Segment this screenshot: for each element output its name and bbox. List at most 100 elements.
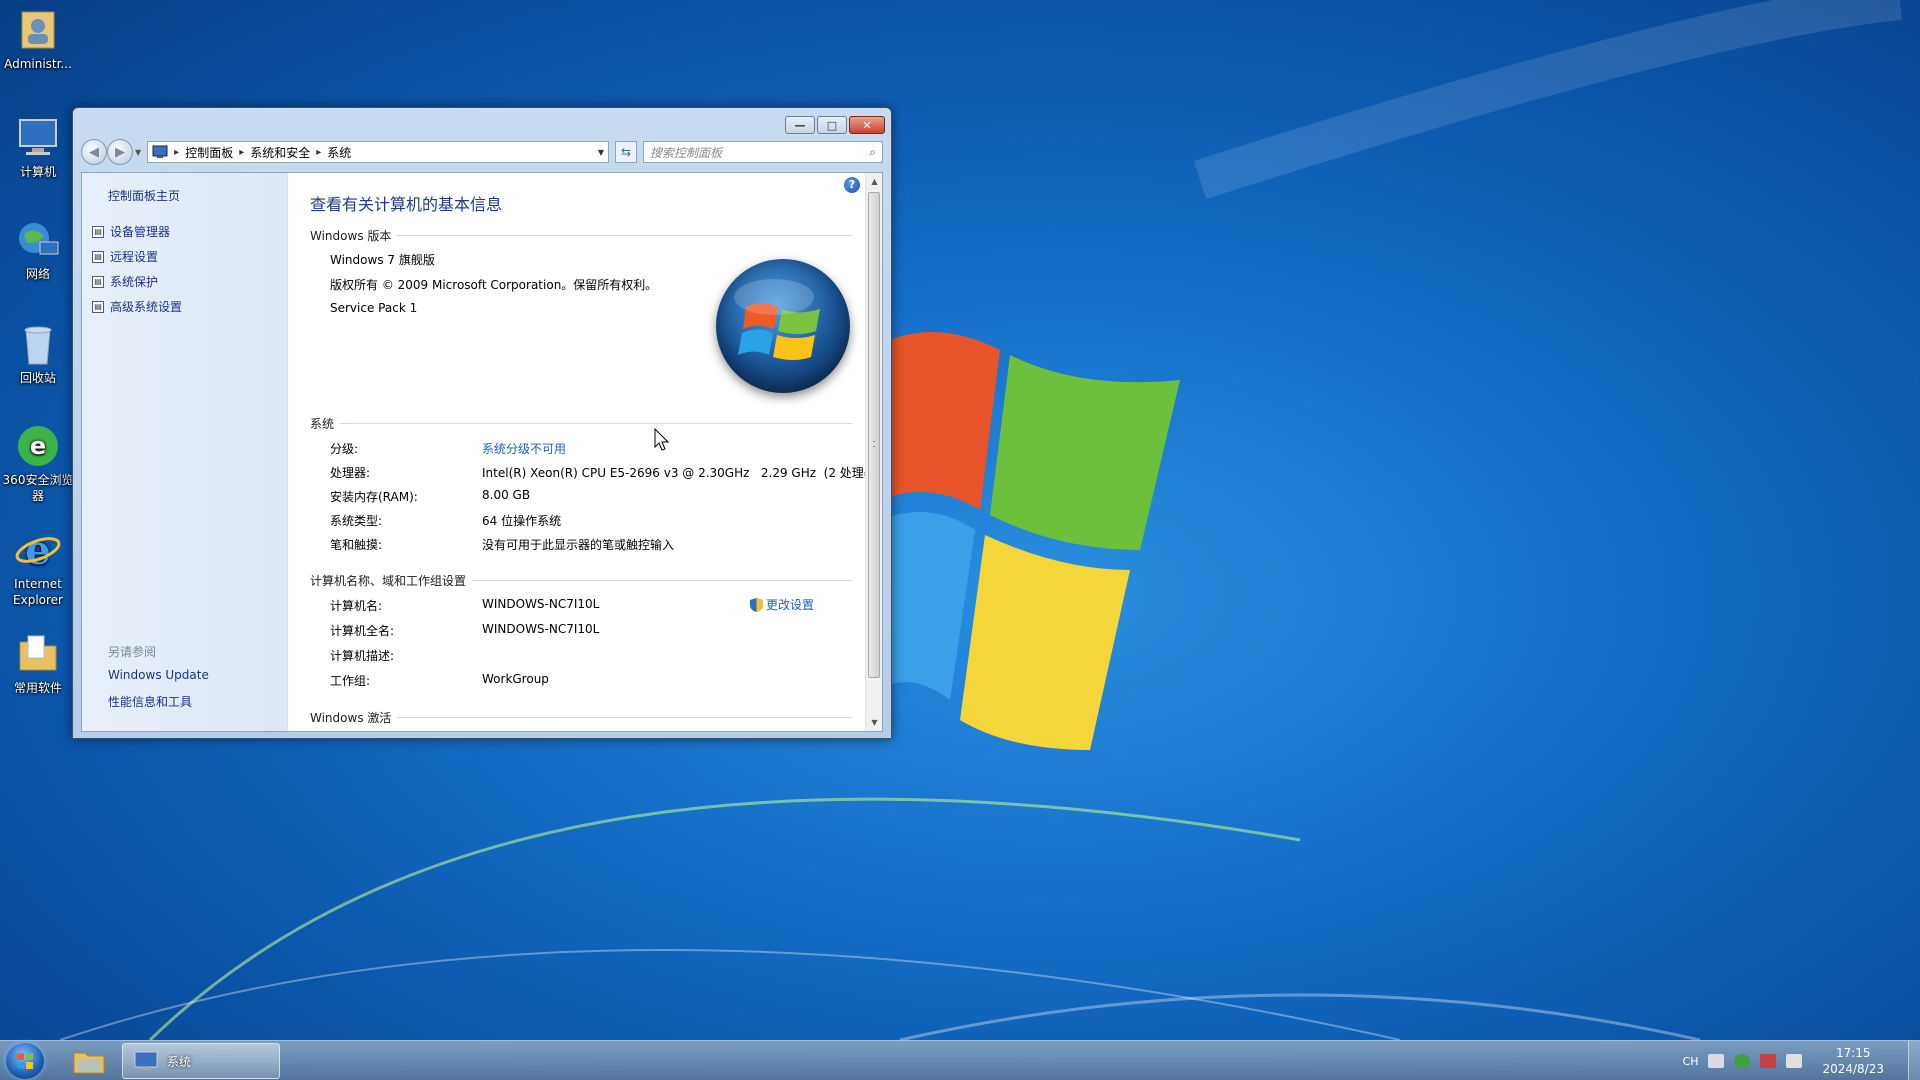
desktop-icon-recycle-bin[interactable]: 回收站: [0, 320, 76, 386]
scroll-down-icon[interactable]: ▼: [866, 714, 882, 731]
computer-name-value: WINDOWS-NC7I10L: [482, 597, 600, 611]
see-also-heading: 另请参阅: [108, 645, 157, 659]
task-label: 高级系统设置: [110, 300, 183, 314]
desktop-icon-label: 计算机: [19, 165, 56, 179]
left-pane: 控制面板主页 ▤ 设备管理器 ▤ 远程设置 ▤ 系统保护 ▤ 高级系统设置 另请…: [82, 173, 288, 731]
shield-task-icon: ▤: [92, 225, 104, 238]
taskbar-window-label: 系统: [167, 1054, 192, 1069]
task-system-protection[interactable]: ▤ 系统保护: [92, 273, 158, 290]
windows-logo-wallpaper: [880, 332, 1180, 750]
edition-section-heading: Windows 版本: [310, 227, 852, 244]
system-type-value: 64 位操作系统: [482, 514, 562, 528]
divider: [340, 423, 852, 424]
nav-buttons: ◀ ▶ ▼: [81, 139, 141, 165]
desktop-icon-internet-explorer[interactable]: e Internet Explorer: [0, 526, 76, 608]
rating-link[interactable]: 系统分级不可用: [482, 440, 566, 457]
pen-touch-value: 没有可用于此显示器的笔或触控输入: [482, 538, 675, 552]
desktop-icon-computer[interactable]: 计算机: [0, 114, 76, 180]
breadcrumb-system-security[interactable]: 系统和安全: [250, 144, 310, 161]
network-status-icon[interactable]: [1760, 1054, 1777, 1068]
desktop-icon-label: 回收站: [19, 371, 56, 385]
section-label: 系统: [310, 417, 335, 431]
processor-value: Intel(R) Xeon(R) CPU E5-2696 v3 @ 2.30GH…: [482, 466, 881, 480]
clock-date: 2024/8/23: [1822, 1062, 1884, 1076]
minimize-icon: —: [794, 118, 806, 132]
recent-pages-icon[interactable]: ▼: [135, 148, 141, 157]
pen-touch-label: 笔和触摸:: [330, 538, 383, 552]
activation-section-heading: Windows 激活: [310, 709, 852, 726]
breadcrumb-system[interactable]: 系统: [327, 144, 351, 161]
search-input[interactable]: 搜索控制面板 ⌕: [643, 141, 883, 163]
desktop-icon-label: 网络: [25, 267, 50, 281]
rating-label: 分级:: [330, 442, 359, 456]
control-panel-home-link[interactable]: 控制面板主页: [108, 187, 180, 204]
search-icon[interactable]: ⌕: [869, 145, 876, 160]
start-button[interactable]: [6, 1043, 44, 1079]
desktop-icon-label: 360安全浏览器: [2, 473, 74, 503]
desktop-icon-network[interactable]: 网络: [0, 216, 76, 282]
vertical-scrollbar[interactable]: ▲ ▼: [865, 173, 882, 731]
caption-buttons: — □ ✕: [785, 116, 885, 134]
desktop-icon-administrator[interactable]: Administr...: [0, 6, 76, 72]
ram-label: 安装内存(RAM):: [330, 490, 418, 504]
close-button[interactable]: ✕: [849, 116, 885, 134]
main-pane: 查看有关计算机的基本信息 Windows 版本 Windows 7 旗舰版 版权…: [288, 173, 880, 731]
windows-logo: [716, 259, 850, 393]
navigation-bar: ◀ ▶ ▼ ▸ 控制面板 ▸ 系统和安全 ▸ 系统 ▼ ⇆ 搜索控制面板 ⌕: [81, 138, 883, 166]
volume-muted-icon[interactable]: [1786, 1054, 1803, 1068]
input-language-indicator[interactable]: CH: [1683, 1055, 1699, 1068]
task-advanced-settings[interactable]: ▤ 高级系统设置: [92, 298, 182, 315]
desktop-icon-common-software[interactable]: 常用软件: [0, 630, 76, 696]
address-bar[interactable]: ▸ 控制面板 ▸ 系统和安全 ▸ 系统 ▼: [147, 141, 609, 163]
back-button[interactable]: ◀: [81, 139, 107, 165]
system-window[interactable]: — □ ✕ ◀ ▶ ▼ ▸ 控制面板 ▸ 系统和安全 ▸ 系统 ▼ ⇆ 搜索控制…: [72, 107, 892, 739]
refresh-button[interactable]: ⇆: [615, 141, 637, 163]
desktop-icon-label: 常用软件: [13, 681, 62, 695]
mouse-cursor-icon: [654, 428, 670, 451]
address-dropdown-icon[interactable]: ▼: [598, 148, 604, 157]
task-label: 远程设置: [110, 250, 159, 264]
desktop-icon-360-browser[interactable]: e 360安全浏览器: [0, 422, 76, 504]
maximize-button[interactable]: □: [817, 116, 847, 134]
windows-update-link[interactable]: Windows Update: [108, 668, 209, 682]
scroll-thumb[interactable]: [868, 192, 880, 678]
shield-task-icon: ▤: [92, 275, 104, 288]
security-icon[interactable]: [1734, 1054, 1751, 1068]
keyboard-icon[interactable]: [1708, 1054, 1725, 1068]
show-desktop-button[interactable]: [1908, 1041, 1920, 1080]
breadcrumb-control-panel[interactable]: 控制面板: [185, 144, 233, 161]
taskbar: 系统 CH 17:15 2024/8/23: [0, 1040, 1920, 1080]
task-label: 设备管理器: [110, 225, 171, 239]
taskbar-system-window-button[interactable]: 系统: [122, 1043, 280, 1079]
content-area: 控制面板主页 ▤ 设备管理器 ▤ 远程设置 ▤ 系统保护 ▤ 高级系统设置 另请…: [81, 172, 883, 732]
taskbar-explorer-button[interactable]: [66, 1044, 112, 1078]
service-pack-text: Service Pack 1: [330, 301, 418, 315]
control-panel-icon: [134, 1051, 158, 1070]
system-section-heading: 系统: [310, 415, 852, 432]
computer-name-section-heading: 计算机名称、域和工作组设置: [310, 572, 852, 589]
ram-value: 8.00 GB: [482, 488, 531, 502]
control-panel-icon: [152, 145, 168, 158]
windows-start-icon: [17, 1053, 33, 1069]
performance-info-link[interactable]: 性能信息和工具: [108, 693, 192, 710]
help-icon[interactable]: ?: [844, 177, 860, 193]
change-settings-link[interactable]: 更改设置: [750, 596, 814, 613]
forward-button[interactable]: ▶: [107, 139, 133, 165]
internet-explorer-icon: e: [15, 527, 61, 574]
maximize-icon: □: [826, 118, 838, 132]
close-icon: ✕: [862, 118, 872, 132]
folder-icon: [19, 635, 57, 671]
task-remote-settings[interactable]: ▤ 远程设置: [92, 248, 158, 265]
scroll-up-icon[interactable]: ▲: [866, 173, 882, 190]
full-computer-name-label: 计算机全名:: [330, 624, 395, 638]
clock-time: 17:15: [1835, 1046, 1871, 1060]
clock[interactable]: 17:15 2024/8/23: [1822, 1045, 1884, 1077]
desktop-icon-label: Internet Explorer: [13, 577, 63, 607]
task-device-manager[interactable]: ▤ 设备管理器: [92, 223, 170, 240]
svg-text:e: e: [30, 432, 46, 460]
minimize-button[interactable]: —: [785, 116, 815, 134]
workgroup-label: 工作组:: [330, 674, 371, 688]
computer-name-label: 计算机名:: [330, 599, 383, 613]
full-computer-name-value: WINDOWS-NC7I10L: [482, 622, 600, 636]
breadcrumb-separator-icon: ▸: [174, 146, 180, 158]
